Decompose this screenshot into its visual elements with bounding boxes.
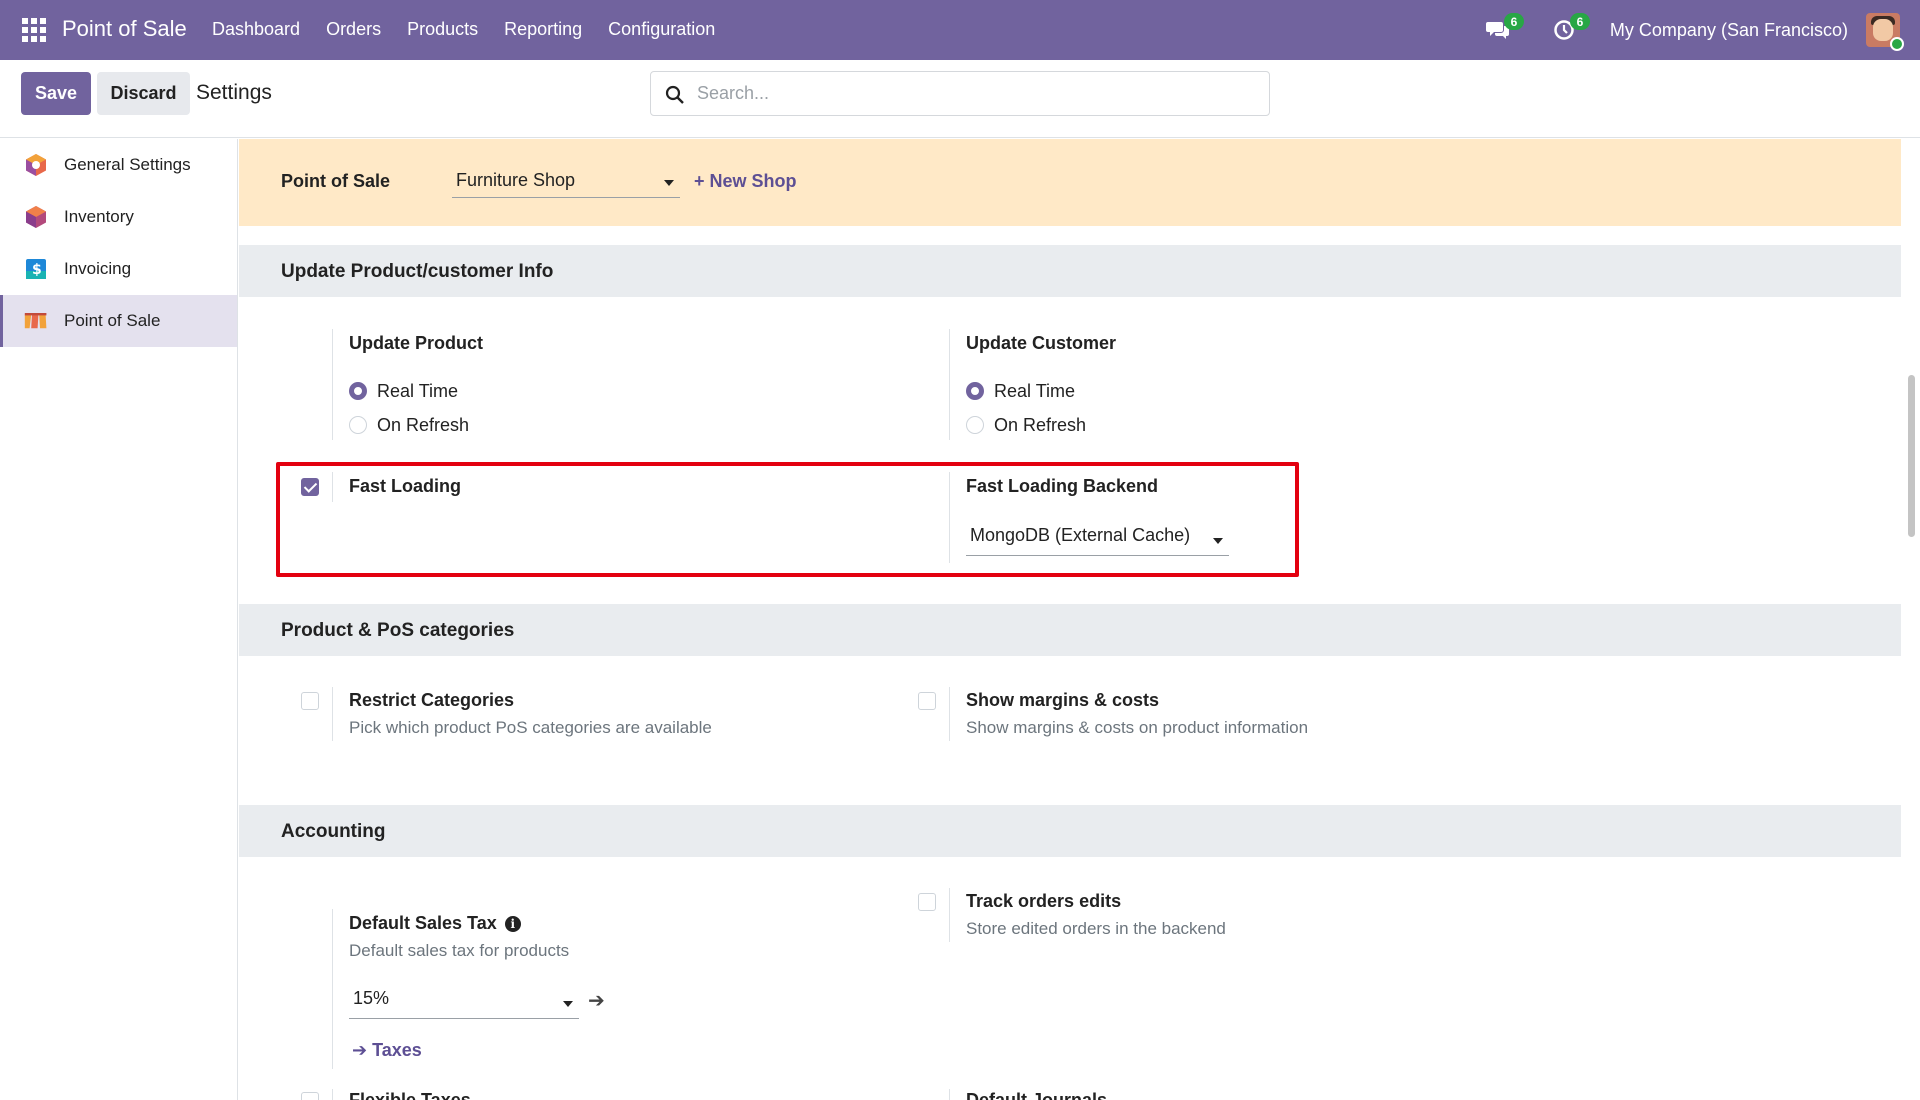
- track-orders-edits-desc: Store edited orders in the backend: [966, 919, 1226, 938]
- svg-text:$: $: [32, 262, 42, 278]
- inventory-icon: [24, 205, 48, 229]
- update-customer-realtime-radio[interactable]: [966, 382, 984, 400]
- section-header-categories: Product & PoS categories: [239, 604, 1901, 656]
- save-button[interactable]: Save: [21, 72, 91, 115]
- chevron-down-icon: [563, 1001, 573, 1007]
- section-header-update-info: Update Product/customer Info: [239, 245, 1901, 297]
- sidebar-item-invoicing[interactable]: $ Invoicing: [0, 243, 237, 295]
- sidebar-item-inventory[interactable]: Inventory: [0, 191, 237, 243]
- user-avatar[interactable]: [1866, 13, 1904, 51]
- section-title: Update Product/customer Info: [281, 261, 554, 282]
- sidebar-item-label: Point of Sale: [64, 311, 161, 330]
- shop-label: Point of Sale: [281, 171, 391, 191]
- menu-configuration[interactable]: Configuration: [608, 19, 715, 40]
- chevron-down-icon: [664, 180, 674, 186]
- taxes-link[interactable]: ➔ Taxes: [352, 1040, 422, 1061]
- show-margins-checkbox[interactable]: [918, 692, 936, 710]
- radio-label: Real Time: [994, 381, 1076, 401]
- online-status-icon: [1890, 37, 1904, 51]
- top-navbar: Point of Sale Dashboard Orders Products …: [0, 0, 1920, 60]
- search-input[interactable]: [697, 72, 1257, 115]
- flexible-taxes-title: Flexible Taxes: [349, 1090, 471, 1100]
- update-customer-refresh-radio[interactable]: [966, 416, 984, 434]
- show-margins-desc: Show margins & costs on product informat…: [966, 718, 1309, 737]
- restrict-categories-title: Restrict Categories: [349, 690, 515, 710]
- point-of-sale-icon: [24, 309, 48, 333]
- arrow-right-icon: ➔: [352, 1040, 368, 1060]
- section-header-accounting: Accounting: [239, 805, 1901, 857]
- general-settings-icon: [24, 153, 48, 177]
- default-journals-title: Default Journals: [966, 1090, 1108, 1100]
- search-icon: [665, 85, 684, 104]
- messages-count-badge: 6: [1503, 13, 1524, 30]
- restrict-categories-desc: Pick which product PoS categories are av…: [349, 718, 712, 737]
- sidebar-item-label: Invoicing: [64, 259, 132, 278]
- page-scrollbar[interactable]: [1904, 139, 1920, 1100]
- systray: 6 6 My Company (San Francisco): [1478, 0, 1920, 60]
- radio-label: On Refresh: [377, 415, 470, 435]
- taxes-link-label: Taxes: [372, 1040, 422, 1060]
- update-product-refresh-radio[interactable]: [349, 416, 367, 434]
- search-box: [650, 71, 1270, 116]
- shop-selector-banner: Point of Sale Furniture Shop + New Shop: [239, 139, 1901, 226]
- sidebar-item-label: Inventory: [64, 207, 134, 226]
- flexible-taxes-checkbox[interactable]: [301, 1092, 319, 1100]
- update-product-title: Update Product: [349, 333, 484, 353]
- settings-sidebar: General Settings Inventory $ Invoicing P…: [0, 139, 238, 1100]
- default-sales-tax-desc: Default sales tax for products: [349, 941, 570, 960]
- sidebar-item-label: General Settings: [64, 155, 191, 174]
- info-icon[interactable]: i: [504, 916, 521, 932]
- company-switcher[interactable]: My Company (San Francisco): [1610, 20, 1848, 41]
- highlight-annotation: [276, 462, 1299, 577]
- open-record-arrow-icon[interactable]: ➔: [588, 988, 605, 1013]
- track-orders-edits-checkbox[interactable]: [918, 893, 936, 911]
- update-customer-title: Update Customer: [966, 333, 1117, 353]
- shop-select[interactable]: Furniture Shop: [452, 167, 680, 198]
- page-title: Settings: [196, 81, 272, 104]
- invoicing-icon: $: [24, 257, 48, 281]
- section-title: Accounting: [281, 821, 386, 842]
- settings-content: Point of Sale Furniture Shop + New Shop …: [239, 139, 1901, 1100]
- track-orders-edits-title: Track orders edits: [966, 891, 1122, 911]
- discard-button[interactable]: Discard: [97, 72, 190, 115]
- default-sales-tax-select[interactable]: 15%: [349, 988, 579, 1019]
- radio-label: On Refresh: [994, 415, 1087, 435]
- activities-button[interactable]: 6: [1544, 10, 1590, 50]
- main-menu: Dashboard Orders Products Reporting Conf…: [212, 19, 741, 40]
- new-shop-button[interactable]: + New Shop: [694, 171, 797, 192]
- menu-reporting[interactable]: Reporting: [504, 19, 582, 40]
- shop-select-value: Furniture Shop: [456, 170, 576, 190]
- section-title: Product & PoS categories: [281, 620, 515, 641]
- default-sales-tax-value: 15%: [353, 988, 390, 1008]
- app-title[interactable]: Point of Sale: [62, 16, 187, 42]
- scrollbar-thumb[interactable]: [1908, 375, 1915, 537]
- restrict-categories-checkbox[interactable]: [301, 692, 319, 710]
- show-margins-title: Show margins & costs: [966, 690, 1160, 710]
- default-sales-tax-label: Default Sales Tax: [349, 913, 497, 933]
- sidebar-item-general-settings[interactable]: General Settings: [0, 139, 237, 191]
- radio-label: Real Time: [377, 381, 459, 401]
- activities-count-badge: 6: [1569, 13, 1590, 30]
- app-menu-icon[interactable]: [22, 18, 46, 42]
- menu-dashboard[interactable]: Dashboard: [212, 19, 300, 40]
- messages-button[interactable]: 6: [1478, 10, 1524, 50]
- default-sales-tax-title: Default Sales Tax i: [349, 913, 521, 934]
- menu-orders[interactable]: Orders: [326, 19, 381, 40]
- sidebar-item-point-of-sale[interactable]: Point of Sale: [0, 295, 237, 347]
- control-panel: Save Discard Settings: [0, 60, 1920, 138]
- menu-products[interactable]: Products: [407, 19, 478, 40]
- update-product-realtime-radio[interactable]: [349, 382, 367, 400]
